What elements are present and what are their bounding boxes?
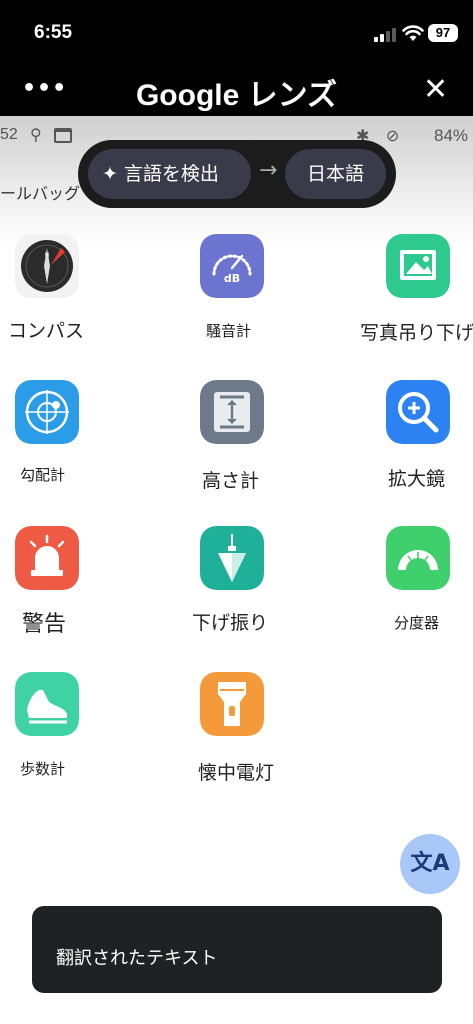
translated-text-label: 翻訳されたテキスト bbox=[56, 948, 218, 969]
app-label-decibel-meter: 騒音計 bbox=[206, 322, 252, 340]
alert-light-icon bbox=[15, 526, 79, 590]
source-language-button[interactable]: ✦ 言語を検出 bbox=[88, 149, 251, 199]
captured-battery-percent: 84% bbox=[434, 126, 469, 145]
app-label-height-meter: 高さ計 bbox=[202, 470, 260, 492]
lens-title: Google レンズ bbox=[135, 79, 338, 112]
app-label-magnifier: 拡大鏡 bbox=[388, 468, 446, 490]
flashlight-icon bbox=[200, 672, 264, 736]
app-label-picture-hanging: 写真吊り下げ bbox=[360, 322, 473, 344]
translate-icon: 文A bbox=[410, 851, 450, 876]
app-label-level: 勾配計 bbox=[20, 466, 66, 484]
protractor-icon bbox=[386, 526, 450, 590]
svg-text:dB: dB bbox=[224, 272, 240, 285]
translate-fab-button[interactable]: 文A bbox=[400, 834, 460, 894]
close-button[interactable]: ✕ bbox=[423, 72, 448, 108]
height-meter-icon bbox=[200, 380, 264, 444]
app-label-pedometer: 歩数計 bbox=[20, 760, 66, 778]
compass-icon: N bbox=[15, 234, 79, 298]
app-label-compass: コンパス bbox=[8, 320, 85, 342]
sparkle-icon: ✦ bbox=[102, 163, 118, 185]
magnifier-icon bbox=[386, 380, 450, 444]
target-language-button[interactable]: 日本語 bbox=[285, 149, 386, 199]
source-language-label: 言語を検出 bbox=[123, 163, 219, 185]
captured-screen[interactable]: 52 ⚲ ✱ ⊘ 84% ールバッグ N コンパス dB 騒音計 写真吊り下げ … bbox=[0, 116, 473, 1024]
folder-title: ールバッグ bbox=[0, 184, 81, 203]
captured-status-left: 52 bbox=[0, 126, 18, 143]
level-icon bbox=[15, 380, 79, 444]
svg-text:N: N bbox=[45, 252, 50, 259]
picture-hanging-icon bbox=[386, 234, 450, 298]
status-bar: 6:55 97 bbox=[0, 0, 473, 64]
location-icon: ⚲ bbox=[30, 127, 42, 144]
plumb-bob-icon bbox=[200, 526, 264, 590]
cellular-signal-icon bbox=[374, 27, 398, 42]
translate-language-pill: ✦ 言語を検出 → 日本語 bbox=[78, 140, 396, 208]
app-label-protractor: 分度器 bbox=[394, 614, 440, 632]
app-label-alert: 警告 bbox=[22, 612, 67, 637]
decibel-meter-icon: dB bbox=[200, 234, 264, 298]
arrow-right-icon: → bbox=[259, 158, 278, 183]
translated-text-sheet[interactable]: 翻訳されたテキスト bbox=[32, 906, 442, 993]
wifi-icon bbox=[402, 25, 424, 41]
lens-header: ••• Google レンズ ✕ bbox=[0, 64, 473, 116]
app-label-flashlight: 懐中電灯 bbox=[198, 762, 275, 784]
status-time: 6:55 bbox=[34, 22, 73, 43]
battery-indicator: 97 bbox=[428, 24, 458, 42]
app-label-plumb-bob: 下げ振り bbox=[192, 612, 269, 634]
calendar-icon bbox=[54, 128, 72, 143]
pedometer-icon bbox=[15, 672, 79, 736]
